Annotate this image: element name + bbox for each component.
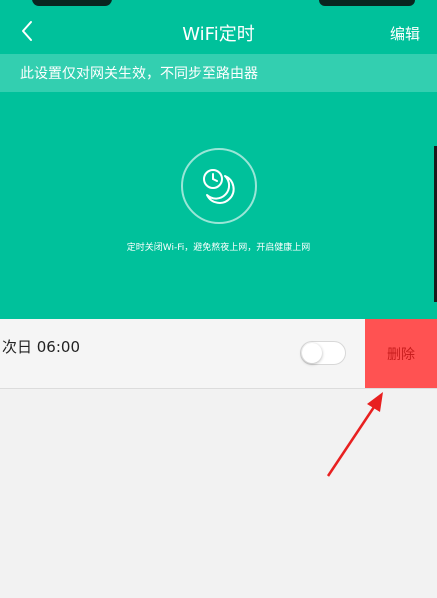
hero-description: 定时关闭Wi-Fi，避免熬夜上网，开启健康上网 [126, 243, 311, 253]
status-icons-left [32, 0, 112, 6]
clock-moon-icon [203, 169, 235, 204]
header-banner: WiFi定时 编辑 此设置仅对网关生效，不同步至路由器 定时关闭Wi-Fi，避免… [0, 0, 437, 319]
schedule-toggle[interactable] [300, 341, 346, 365]
delete-button[interactable]: 删除 [365, 319, 437, 388]
schedule-illustration [181, 148, 257, 224]
schedule-time: 次日 06:00 [2, 338, 80, 356]
edit-button[interactable]: 编辑 [390, 23, 420, 44]
page-title: WiFi定时 [182, 24, 255, 45]
delete-label: 删除 [387, 346, 415, 363]
status-icons-right [319, 0, 415, 6]
notice-bar: 此设置仅对网关生效，不同步至路由器 [0, 54, 437, 92]
toggle-knob [302, 343, 322, 363]
status-bar [0, 0, 437, 8]
schedule-row[interactable]: 次日 06:00 删除 [0, 319, 437, 389]
nav-bar: WiFi定时 编辑 [0, 8, 437, 54]
notice-text: 此设置仅对网关生效，不同步至路由器 [20, 66, 258, 82]
